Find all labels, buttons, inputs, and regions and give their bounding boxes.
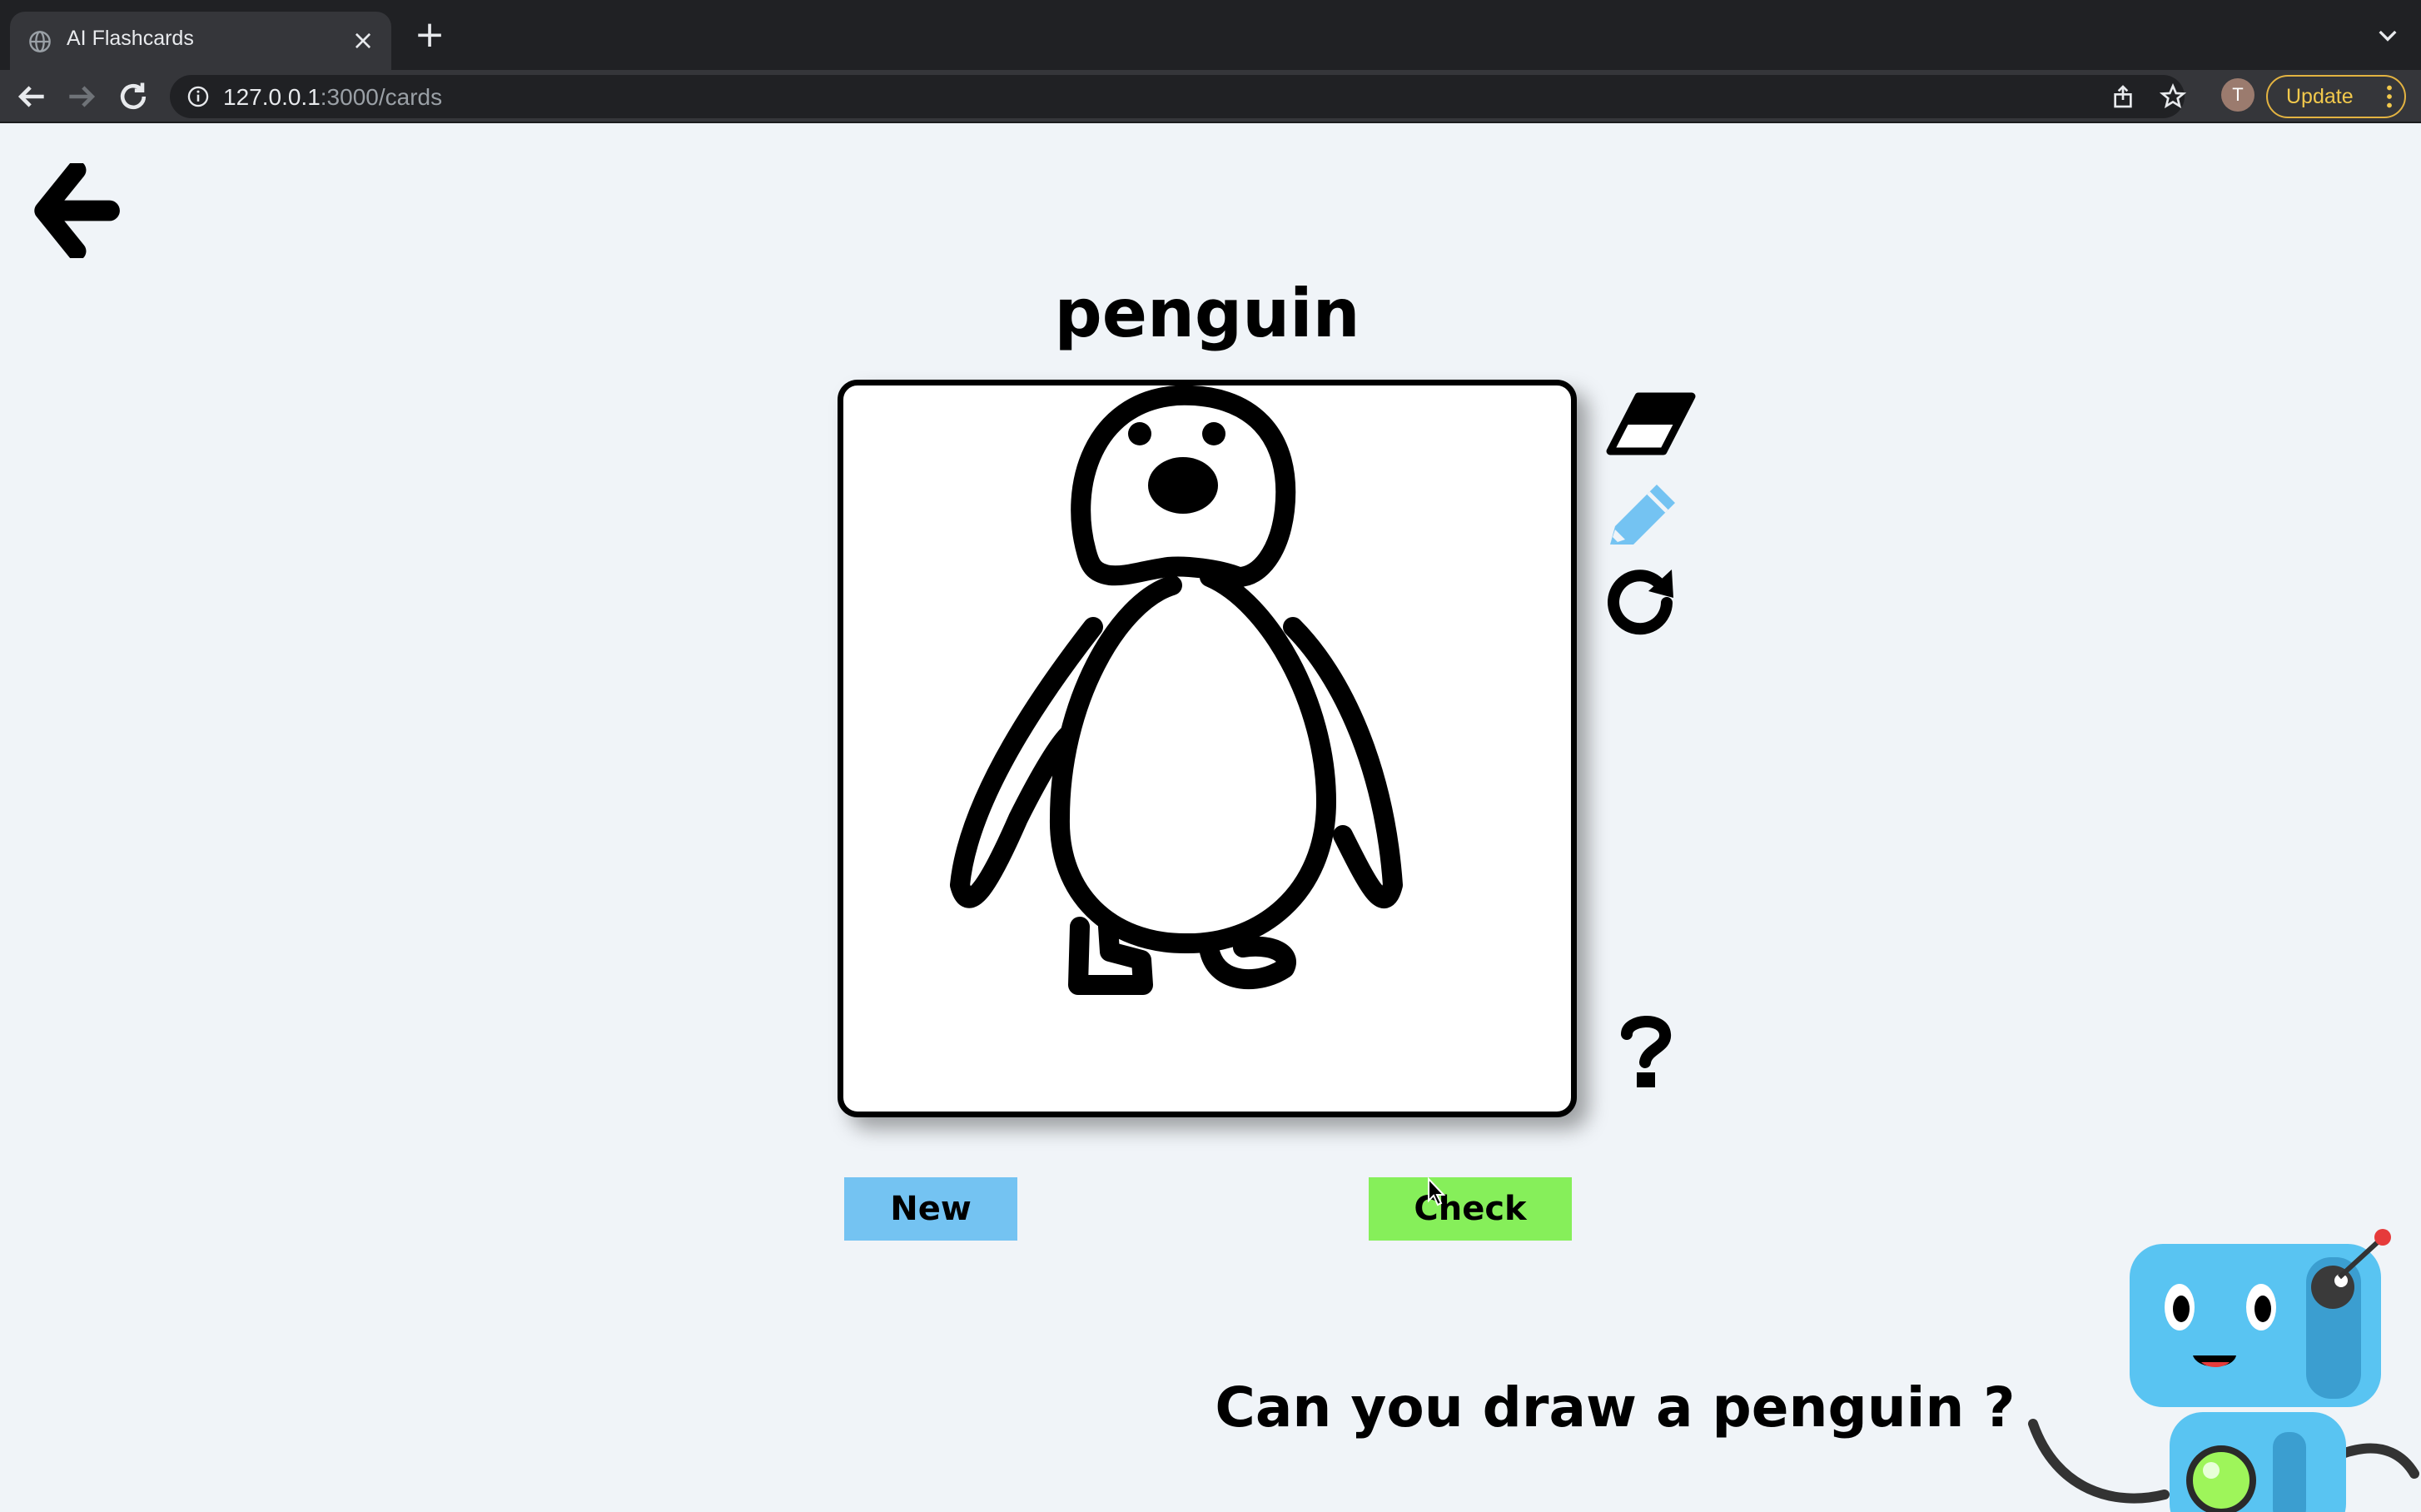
back-nav-icon[interactable] — [13, 78, 50, 115]
penguin-drawing — [950, 385, 1403, 995]
close-tab-icon[interactable]: × — [346, 23, 380, 57]
pencil-icon[interactable] — [1605, 478, 1682, 550]
url-host: 127.0.0.1 — [223, 84, 321, 110]
reload-icon[interactable] — [115, 78, 152, 115]
redo-icon[interactable] — [1607, 566, 1678, 638]
url-text: 127.0.0.1:3000/cards — [223, 84, 442, 111]
profile-avatar[interactable]: T — [2221, 78, 2254, 112]
address-bar[interactable]: 127.0.0.1:3000/cards — [170, 75, 2186, 118]
new-tab-icon[interactable]: + — [411, 17, 448, 55]
mouse-cursor-icon — [1428, 1177, 1446, 1206]
browser-tab-active[interactable]: AI Flashcards × — [10, 12, 391, 70]
chevron-down-icon[interactable] — [2374, 22, 2401, 48]
url-path: :3000/cards — [320, 84, 443, 110]
site-info-icon[interactable] — [186, 85, 210, 108]
back-arrow-icon[interactable] — [30, 163, 120, 258]
check-drawing-button[interactable]: Check — [1369, 1177, 1572, 1241]
drawing-canvas[interactable] — [838, 380, 1577, 1117]
update-button[interactable]: Update — [2266, 75, 2406, 118]
forward-nav-icon[interactable] — [63, 78, 100, 115]
share-icon[interactable] — [2110, 83, 2136, 110]
card-word-title: penguin — [1054, 275, 1360, 352]
update-label: Update — [2286, 85, 2354, 108]
new-card-button[interactable]: New — [844, 1177, 1017, 1241]
globe-icon — [29, 31, 51, 52]
eraser-icon[interactable] — [1605, 391, 1697, 456]
tab-title: AI Flashcards — [67, 27, 194, 50]
browser-tab-strip: AI Flashcards × + — [0, 0, 2421, 70]
more-menu-icon[interactable] — [2384, 85, 2394, 108]
browser-toolbar: 127.0.0.1:3000/cards T Update — [0, 70, 2421, 123]
robot-mascot — [2028, 1229, 2419, 1512]
bookmark-star-icon[interactable] — [2160, 83, 2186, 110]
drawing-prompt: Can you draw a penguin ? — [1215, 1375, 2016, 1440]
help-icon[interactable] — [1618, 1014, 1672, 1089]
